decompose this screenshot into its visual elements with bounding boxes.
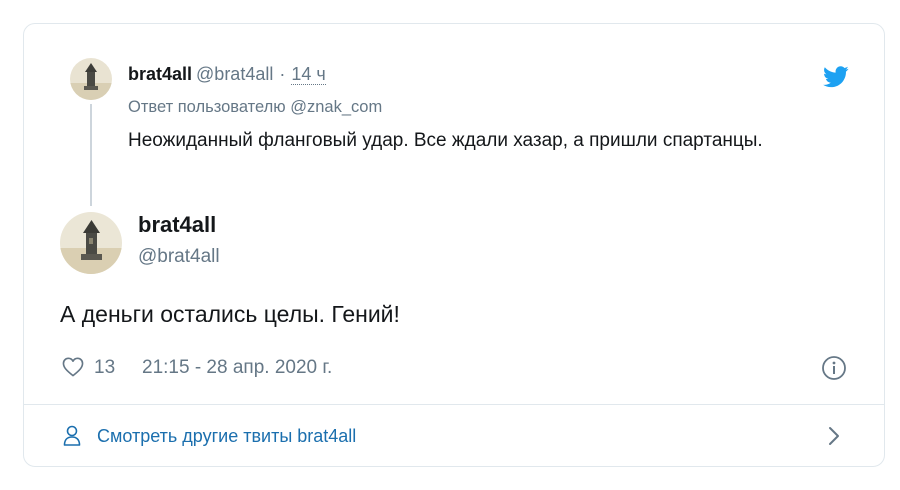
parent-header: brat4all @brat4all · 14 ч — [128, 62, 326, 86]
tweet-embed-card: brat4all @brat4all · 14 ч Ответ пользовател… — [23, 23, 885, 467]
thread-line — [90, 104, 92, 206]
parent-author-handle[interactable]: @brat4all — [196, 64, 273, 84]
main-author-name[interactable]: brat4all — [138, 211, 216, 239]
separator-dot: · — [279, 64, 286, 84]
parent-tweet-text: Неожиданный фланговый удар. Все ждали ха… — [128, 130, 763, 151]
tweet-timestamp[interactable]: 21:15 - 28 апр. 2020 г. — [142, 356, 332, 380]
more-tweets-link[interactable]: Смотреть другие твиты brat4all — [97, 424, 356, 448]
parent-avatar[interactable] — [70, 58, 112, 100]
main-author-handle[interactable]: @brat4all — [138, 244, 220, 270]
avatar-image — [60, 212, 122, 274]
info-icon[interactable] — [821, 355, 847, 381]
chevron-right-icon[interactable] — [827, 425, 841, 447]
main-tweet-text: А деньги остались целы. Гений! — [60, 301, 400, 327]
twitter-bird-icon[interactable] — [823, 66, 849, 88]
heart-icon[interactable] — [62, 357, 84, 377]
like-count[interactable]: 13 — [94, 356, 115, 380]
person-icon — [63, 425, 81, 446]
parent-time[interactable]: 14 ч — [291, 64, 326, 85]
parent-author-name[interactable]: brat4all — [128, 64, 192, 84]
avatar-image — [70, 58, 112, 100]
main-avatar[interactable] — [60, 212, 122, 274]
more-tweets-footer[interactable]: Смотреть другие твиты brat4all — [24, 405, 884, 467]
reply-to-label[interactable]: Ответ пользователю @znak_com — [128, 96, 382, 118]
